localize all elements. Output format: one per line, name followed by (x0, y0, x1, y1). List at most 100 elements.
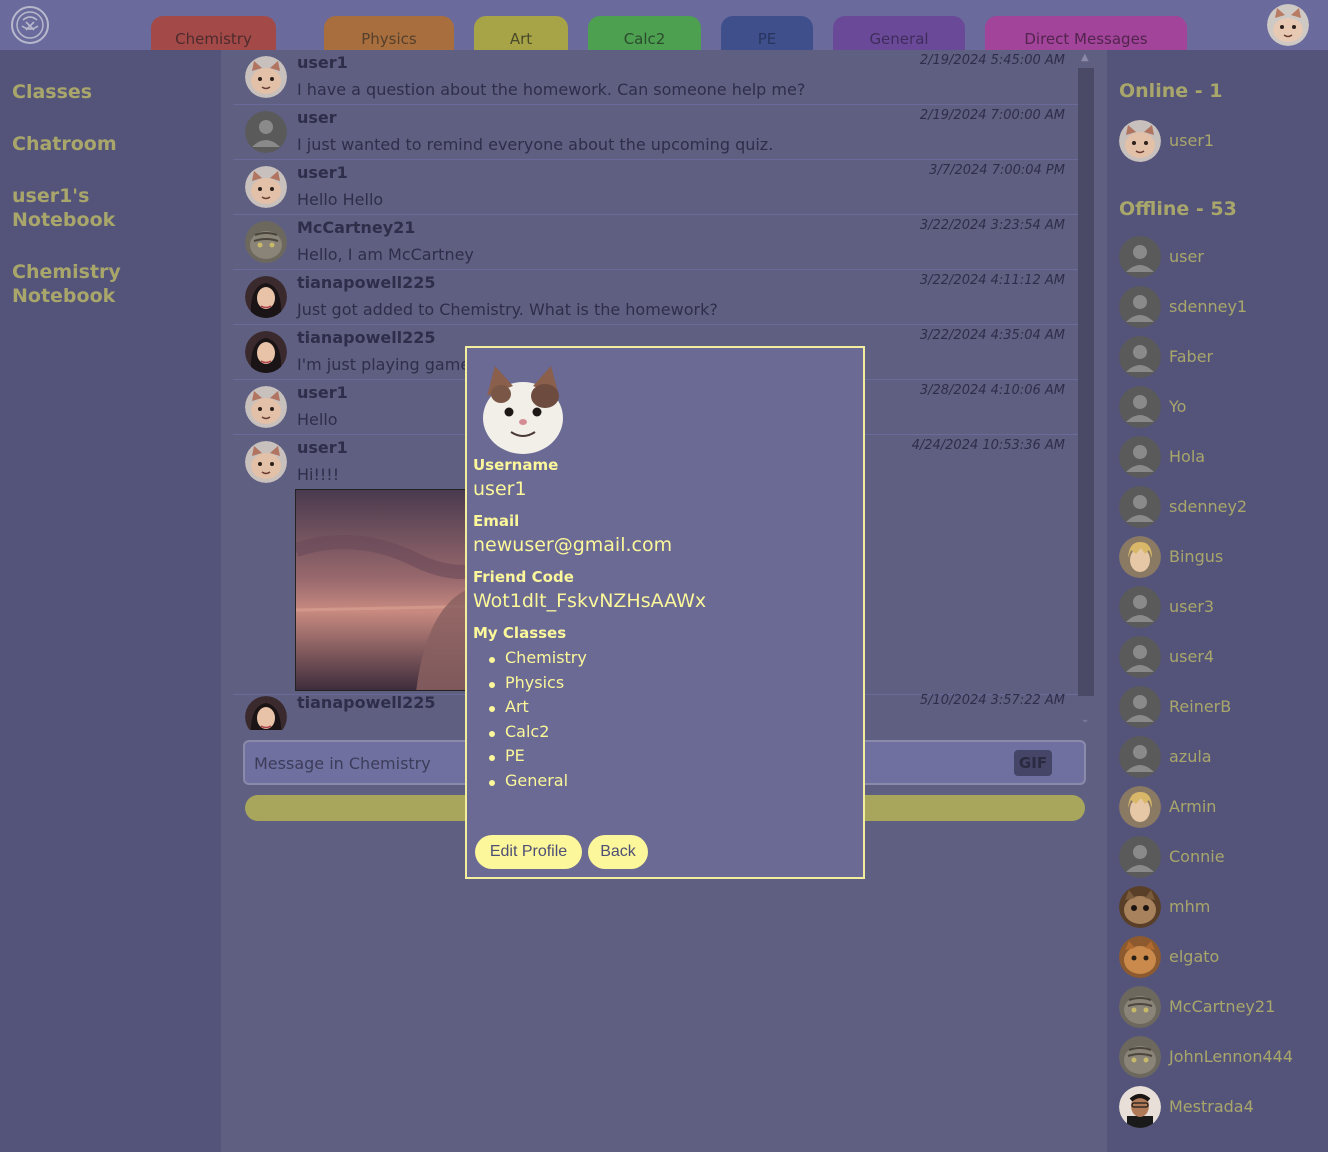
member-offline-item[interactable]: sdenney2 (1119, 486, 1324, 528)
member-sidebar: Online - 1 user1 Offline - 53 user sdenn… (1107, 50, 1328, 1152)
member-avatar (1119, 436, 1161, 478)
scroll-thumb[interactable] (1078, 68, 1094, 696)
message-avatar[interactable] (245, 441, 287, 483)
tab-physics[interactable]: Physics (324, 16, 454, 50)
member-name: JohnLennon444 (1169, 1047, 1294, 1066)
message-username[interactable]: user1 (297, 383, 348, 402)
edit-profile-button[interactable]: Edit Profile (475, 835, 582, 869)
message-input-placeholder: Message in Chemistry (254, 754, 431, 773)
message-scrollbar[interactable]: ▲ ⌄ (1078, 52, 1094, 730)
message-avatar[interactable] (245, 166, 287, 208)
member-offline-item[interactable]: elgato (1119, 936, 1324, 978)
message-timestamp: 3/28/2024 4:10:06 AM (919, 383, 1065, 398)
member-name: Faber (1169, 347, 1214, 366)
member-offline-item[interactable]: Hola (1119, 436, 1324, 478)
member-avatar (1119, 236, 1161, 278)
tab-art[interactable]: Art (474, 16, 568, 50)
member-offline-item[interactable]: Bingus (1119, 536, 1324, 578)
message-avatar[interactable] (245, 331, 287, 373)
scroll-up-icon[interactable]: ▲ (1081, 52, 1089, 63)
message-text: Hello (297, 410, 338, 429)
message-username[interactable]: McCartney21 (297, 218, 415, 237)
member-offline-item[interactable]: McCartney21 (1119, 986, 1324, 1028)
message-avatar[interactable] (245, 56, 287, 98)
message-row: tianapowell225 3/22/2024 4:11:12 AM Just g… (233, 270, 1079, 325)
username-label: Username (473, 456, 559, 474)
member-offline-item[interactable]: Yo (1119, 386, 1324, 428)
message-username[interactable]: tianapowell225 (297, 273, 436, 292)
message-avatar[interactable] (245, 111, 287, 153)
member-name: user4 (1169, 647, 1215, 666)
tab-pe[interactable]: PE (721, 16, 813, 50)
tab-general[interactable]: General (833, 16, 965, 50)
member-offline-item[interactable]: JohnLennon444 (1119, 1036, 1324, 1078)
nav-chatroom[interactable]: Chatroom (12, 132, 212, 156)
member-online-item[interactable]: user1 (1119, 120, 1324, 162)
member-avatar (1119, 886, 1161, 928)
app-logo[interactable] (11, 6, 49, 44)
member-offline-item[interactable]: Armin (1119, 786, 1324, 828)
tab-direct-messages[interactable]: Direct Messages (985, 16, 1187, 50)
member-offline-item[interactable]: ReinerB (1119, 686, 1324, 728)
message-username[interactable]: user1 (297, 438, 348, 457)
member-offline-item[interactable]: mhm (1119, 886, 1324, 928)
message-timestamp: 5/10/2024 3:57:22 AM (919, 693, 1065, 708)
gif-button[interactable]: GIF (1014, 750, 1052, 776)
friend-code-value: Wot1dlt_FskvNZHsAAWx (473, 590, 707, 612)
tab-calc2[interactable]: Calc2 (588, 16, 701, 50)
message-username[interactable]: user1 (297, 53, 348, 72)
member-offline-item[interactable]: user3 (1119, 586, 1324, 628)
member-name: sdenney1 (1169, 297, 1248, 316)
member-name: ReinerB (1169, 697, 1232, 716)
my-classes-list: Chemistry Physics Art Calc2 PE General (489, 648, 587, 795)
current-user-avatar[interactable] (1267, 4, 1309, 46)
member-avatar (1119, 686, 1161, 728)
member-name: Hola (1169, 447, 1206, 466)
message-avatar[interactable] (245, 386, 287, 428)
message-timestamp: 3/7/2024 7:00:04 PM (929, 163, 1065, 178)
class-list-item: General (489, 771, 587, 796)
member-avatar (1119, 486, 1161, 528)
message-text: Hello Hello (297, 190, 384, 209)
member-avatar (1119, 386, 1161, 428)
class-list-item: PE (489, 746, 587, 771)
nav-classes[interactable]: Classes (12, 80, 212, 104)
profile-avatar (481, 360, 565, 454)
member-avatar (1119, 536, 1161, 578)
member-offline-item[interactable]: Connie (1119, 836, 1324, 878)
member-offline-item[interactable]: azula (1119, 736, 1324, 778)
message-row: user1 3/7/2024 7:00:04 PM Hello Hello (233, 160, 1079, 215)
message-avatar[interactable] (245, 696, 287, 730)
message-timestamp: 3/22/2024 3:23:54 AM (919, 218, 1065, 233)
member-offline-item[interactable]: Mestrada4 (1119, 1086, 1324, 1128)
member-avatar (1119, 736, 1161, 778)
tab-chemistry[interactable]: Chemistry (151, 16, 276, 50)
member-name: Mestrada4 (1169, 1097, 1254, 1116)
message-username[interactable]: tianapowell225 (297, 328, 436, 347)
member-name: user (1169, 247, 1204, 266)
member-name: azula (1169, 747, 1212, 766)
left-nav: Classes Chatroom user1's Notebook Chemis… (0, 50, 221, 1152)
message-row: McCartney21 3/22/2024 3:23:54 AM Hello, I … (233, 215, 1079, 270)
message-avatar[interactable] (245, 276, 287, 318)
nav-user-notebook[interactable]: user1's Notebook (12, 184, 122, 232)
member-avatar (1119, 586, 1161, 628)
message-username[interactable]: tianapowell225 (297, 693, 436, 712)
member-name: user1 (1169, 131, 1215, 150)
member-name: Bingus (1169, 547, 1224, 566)
message-avatar[interactable] (245, 221, 287, 263)
message-timestamp: 4/24/2024 10:53:36 AM (911, 438, 1065, 453)
member-offline-item[interactable]: Faber (1119, 336, 1324, 378)
member-name: Armin (1169, 797, 1217, 816)
member-offline-item[interactable]: sdenney1 (1119, 286, 1324, 328)
message-username[interactable]: user1 (297, 163, 348, 182)
nav-chemistry-notebook[interactable]: Chemistry Notebook (12, 260, 132, 308)
profile-modal: Username user1 Email newuser@gmail.com F… (465, 346, 865, 879)
member-avatar (1119, 786, 1161, 828)
member-offline-item[interactable]: user4 (1119, 636, 1324, 678)
scroll-down-icon[interactable]: ⌄ (1081, 714, 1089, 725)
friend-code-label: Friend Code (473, 568, 574, 586)
back-button[interactable]: Back (588, 835, 648, 869)
message-username[interactable]: user (297, 108, 337, 127)
member-offline-item[interactable]: user (1119, 236, 1324, 278)
